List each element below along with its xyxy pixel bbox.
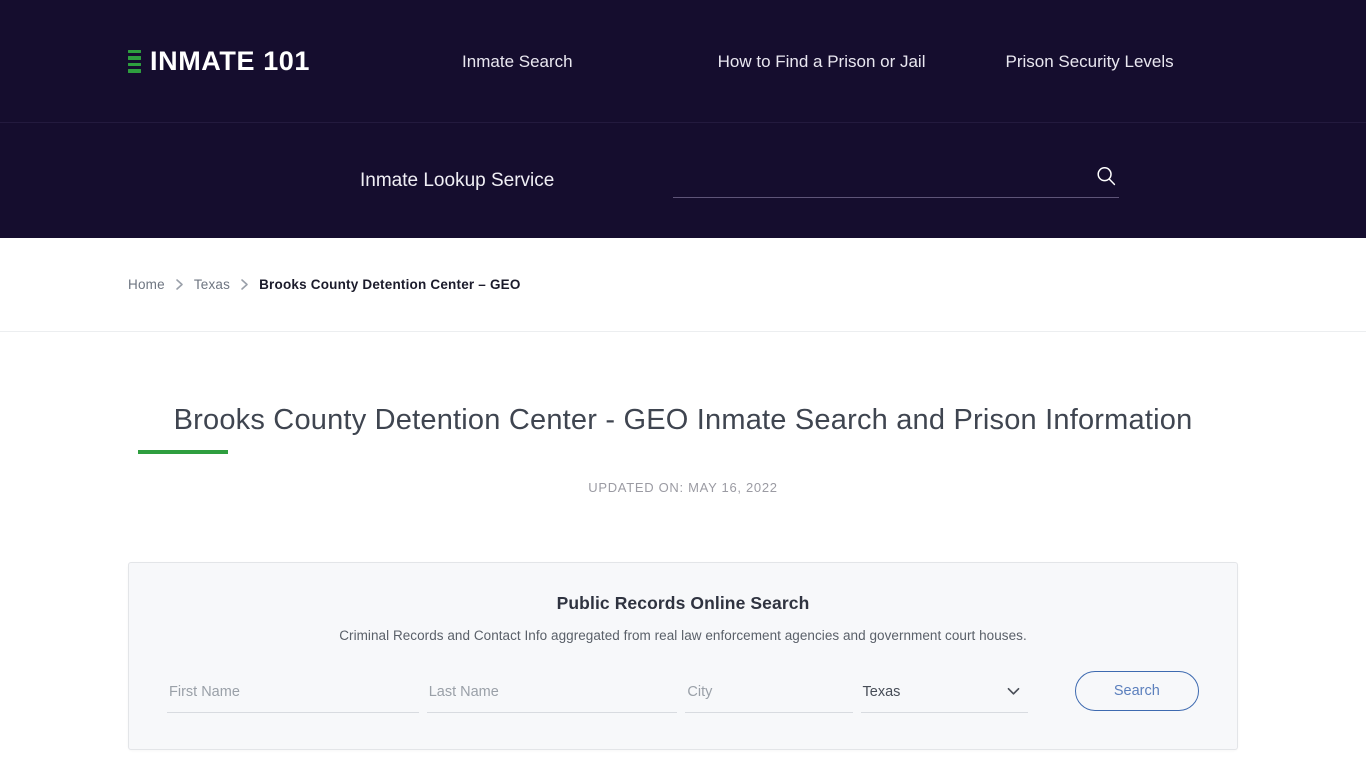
city-field [685,680,853,714]
inmate-lookup-submit-button[interactable] [1093,163,1119,189]
breadcrumb-item-current: Brooks County Detention Center – GEO [259,277,521,292]
updated-on-text: UPDATED ON: MAY 16, 2022 [588,480,778,496]
public-records-search-button[interactable]: Search [1074,671,1199,712]
state-select[interactable]: Texas [861,680,1028,704]
breadcrumb-item-home[interactable]: Home [128,277,165,292]
nav-item-how-to-find-a-prison-or-jail[interactable]: How to Find a Prison or Jail [718,53,926,70]
bars-logo-icon [128,48,141,74]
site-logo[interactable]: INMATE 101 [128,45,311,76]
public-records-search-card: Public Records Online Search Criminal Re… [128,562,1238,751]
breadcrumb-bar: Home Texas Brooks County Detention Cente… [0,238,1366,332]
main-content: Brooks County Detention Center - GEO Inm… [0,402,1366,751]
inmate-lookup-input[interactable] [673,163,1094,189]
inmate-lookup-label: Inmate Lookup Service [360,170,555,191]
chevron-down-icon [1007,686,1020,698]
search-icon [1095,165,1117,187]
page-title: Brooks County Detention Center - GEO Inm… [173,404,1193,436]
last-name-field [426,680,678,714]
first-name-field [167,680,419,714]
public-records-form: Texas Search [167,671,1199,714]
breadcrumb: Home Texas Brooks County Detention Cente… [0,277,649,292]
inmate-lookup-band: Inmate Lookup Service [0,122,1366,238]
main-navigation: Inmate Search How to Find a Prison or Ja… [462,53,1174,70]
chevron-right-icon [239,278,250,291]
city-input[interactable] [685,680,853,705]
inmate-lookup-form [673,163,1120,198]
public-records-subtitle: Criminal Records and Contact Info aggreg… [339,628,1027,644]
header-inner: INMATE 101 Inmate Search How to Find a P… [0,45,1366,76]
inmate-lookup-band-inner: Inmate Lookup Service [0,163,1366,198]
first-name-input[interactable] [167,680,419,705]
logo-text: INMATE 101 [150,45,311,76]
nav-item-prison-security-levels[interactable]: Prison Security Levels [1005,53,1173,70]
nav-item-inmate-search[interactable]: Inmate Search [462,53,573,70]
last-name-input[interactable] [426,680,678,705]
title-accent-bar [138,450,228,455]
breadcrumb-item-texas[interactable]: Texas [194,277,230,292]
public-records-title: Public Records Online Search [556,593,810,614]
state-field: Texas [860,680,1028,714]
state-select-value: Texas [862,684,901,701]
chevron-right-icon [174,278,185,291]
site-header: INMATE 101 Inmate Search How to Find a P… [0,0,1366,122]
